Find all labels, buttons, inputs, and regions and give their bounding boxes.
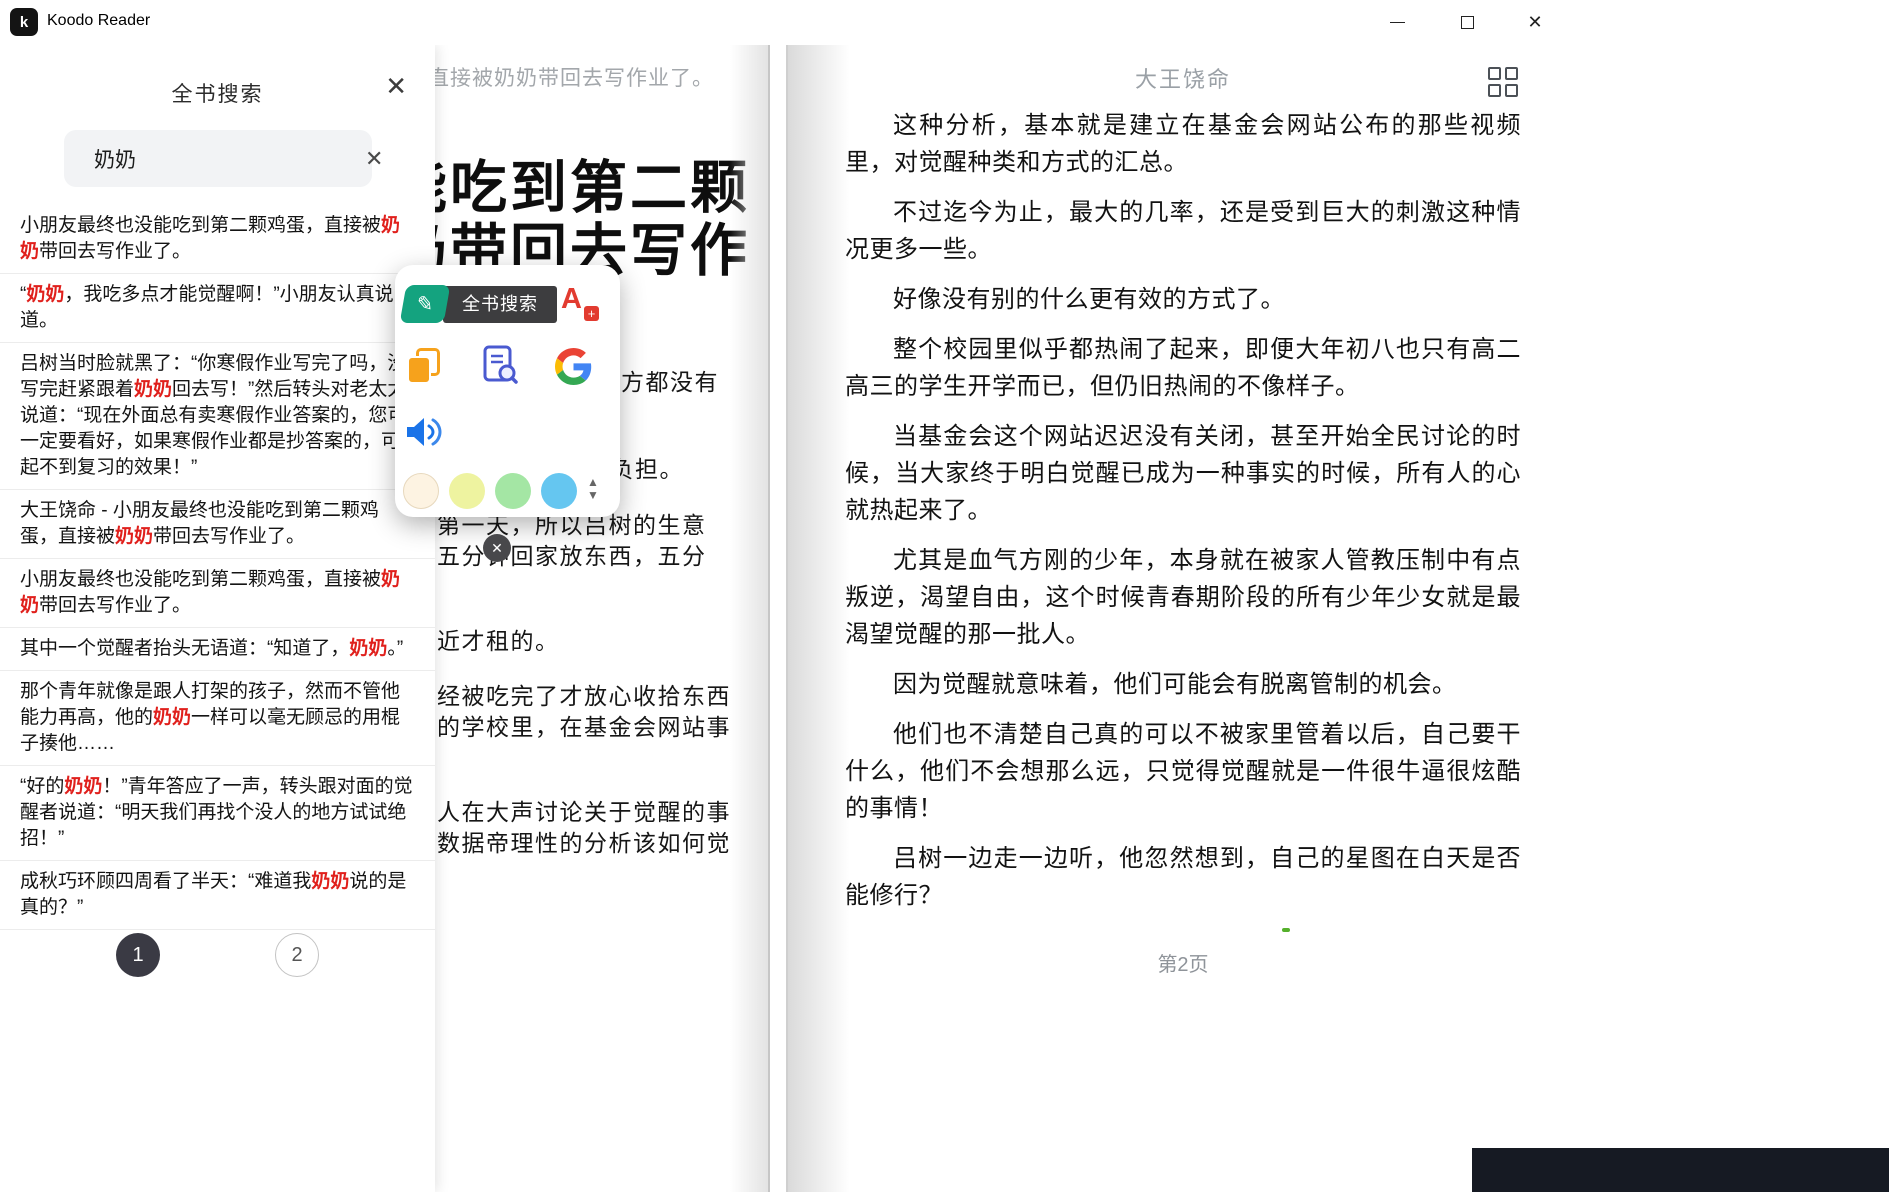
highlight-color-blue[interactable] (541, 473, 577, 509)
book-right-page: 大王饶命 这种分析，基本就是建立在基金会网站公布的那些视频里，对觉醒种类和方式的… (845, 45, 1521, 1192)
search-match-highlight: 奶奶 (64, 776, 102, 797)
pagination-page-2[interactable]: 2 (275, 933, 319, 977)
highlight-color-yellow[interactable] (449, 473, 485, 509)
book-text-fragment: 的学校里，在基金会网站事 (437, 708, 731, 742)
koodo-reader-window: k Koodo Reader ✕ 直接被奶奶带回去写作业了。 能吃到第二颗 奶带… (0, 0, 1889, 1192)
minimize-button[interactable] (1369, 0, 1425, 45)
pagination-page-1[interactable]: 1 (116, 933, 160, 977)
book-text-fragment: 五分钟回家放东西，五分 (437, 537, 707, 571)
popup-close-button[interactable]: ✕ (483, 534, 511, 562)
search-result-item[interactable]: 小朋友最终也没能吃到第二颗鸡蛋，直接被奶奶带回去写作业了。 (0, 205, 435, 274)
more-colors-stepper[interactable]: ▲ ▼ (587, 476, 599, 502)
book-paragraph: 因为觉醒就意味着，他们可能会有脱离管制的机会。 (845, 666, 1521, 703)
titlebar: k Koodo Reader ✕ (0, 0, 1889, 45)
selection-popup-menu: ✎ 全书搜索 A + (395, 265, 620, 517)
left-page-chapter-header: 直接被奶奶带回去写作业了。 (428, 62, 714, 92)
maximize-button[interactable] (1439, 0, 1495, 45)
close-icon: ✕ (1527, 12, 1542, 33)
right-page-book-title: 大王饶命 (845, 62, 1521, 94)
translate-icon[interactable]: A + (561, 283, 599, 323)
book-paragraph: 好像没有别的什么更有效的方式了。 (845, 281, 1521, 318)
bottom-right-dark-panel (1472, 1148, 1889, 1192)
search-result-item[interactable]: 小朋友最终也没能吃到第二颗鸡蛋，直接被奶奶带回去写作业了。 (0, 559, 435, 628)
search-match-highlight: 奶奶 (134, 379, 172, 400)
book-search-panel: 全书搜索 ✕ ✕ 小朋友最终也没能吃到第二颗鸡蛋，直接被奶奶带回去写作业了。“奶… (0, 45, 435, 1192)
highlight-pen-icon[interactable]: ✎ (400, 285, 451, 323)
book-text-fragment: 数据帝理性的分析该如何觉 (437, 824, 731, 858)
book-paragraph: 当基金会这个网站迟迟没有关闭，甚至开始全民讨论的时候，当大家终于明白觉醒已成为一… (845, 418, 1521, 529)
search-result-item[interactable]: 成秋巧环顾四周看了半天：“难道我奶奶说的是真的？” (0, 861, 435, 930)
main-area: 直接被奶奶带回去写作业了。 能吃到第二颗 奶带回去写作 方都没有负担。第一天，所… (0, 45, 1889, 1192)
google-search-icon[interactable] (555, 348, 592, 390)
book-text-fragment: 经被吃完了才放心收拾东西 (437, 677, 731, 711)
book-text-fragment: 近才租的。 (437, 622, 560, 656)
search-match-highlight: 奶奶 (26, 284, 64, 305)
maximize-icon (1461, 16, 1474, 29)
highlight-color-green[interactable] (495, 473, 531, 509)
book-paragraph: 不过迄今为止，最大的几率，还是受到巨大的刺激这种情况更多一些。 (845, 194, 1521, 268)
app-logo-icon: k (10, 8, 38, 36)
page-edge-line (768, 45, 770, 1192)
book-spine-shadow-left (730, 45, 768, 1192)
clear-search-icon[interactable]: ✕ (365, 148, 383, 170)
book-paragraph: 他们也不清楚自己真的可以不被家里管着以后，自己要干什么，他们不会想那么远，只觉得… (845, 716, 1521, 827)
dictionary-lookup-icon[interactable] (481, 345, 519, 390)
search-panel-title: 全书搜索 (0, 78, 435, 108)
highlight-color-row: ▲ ▼ (395, 473, 620, 509)
copy-icon[interactable] (407, 348, 443, 386)
page-number: 第2页 (845, 948, 1521, 977)
close-window-button[interactable]: ✕ (1507, 0, 1563, 45)
search-input-box[interactable]: ✕ (64, 130, 372, 187)
search-result-item[interactable]: “好的奶奶！”青年答应了一声，转头跟对面的觉醒者说道：“明天我们再找个没人的地方… (0, 766, 435, 861)
search-match-highlight: 奶奶 (115, 526, 153, 547)
search-results-list: 小朋友最终也没能吃到第二颗鸡蛋，直接被奶奶带回去写作业了。“奶奶，我吃多点才能觉… (0, 205, 435, 933)
arrow-down-icon: ▼ (587, 489, 599, 502)
search-result-item[interactable]: 其中一个觉醒者抬头无语道：“知道了，奶奶。” (0, 628, 435, 671)
search-result-item[interactable]: 大王饶命 - 小朋友最终也没能吃到第二颗鸡蛋，直接被奶奶带回去写作业了。 (0, 490, 435, 559)
search-match-highlight: 奶奶 (349, 638, 387, 659)
highlight-color-cream[interactable] (403, 473, 439, 509)
translate-plus-icon: + (584, 306, 599, 321)
app-title: Koodo Reader (47, 12, 150, 30)
right-page-text: 这种分析，基本就是建立在基金会网站公布的那些视频里，对觉醒种类和方式的汇总。不过… (845, 107, 1521, 927)
minimize-icon (1390, 22, 1405, 23)
book-text-fragment: 人在大声讨论关于觉醒的事 (437, 793, 731, 827)
popup-search-book-button[interactable]: 全书搜索 (443, 286, 557, 323)
popup-close-icon: ✕ (491, 540, 503, 557)
search-result-item[interactable]: 那个青年就像是跟人打架的孩子，然而不管他能力再高，他的奶奶一样可以毫无顾忌的用棍… (0, 671, 435, 766)
search-match-highlight: 奶奶 (153, 707, 191, 728)
book-paragraph: 尤其是血气方刚的少年，本身就在被家人管教压制中有点叛逆，渴望自由，这个时候青春期… (845, 542, 1521, 653)
book-paragraph: 整个校园里似乎都热闹了起来，即便大年初八也只有高二高三的学生开学而已，但仍旧热闹… (845, 331, 1521, 405)
text-to-speech-icon[interactable] (405, 415, 443, 454)
book-paragraph: 吕树一边走一边听，他忽然想到，自己的星图在白天是否能修行？ (845, 840, 1521, 914)
search-panel-close-icon[interactable]: ✕ (385, 73, 407, 99)
book-spine-shadow-right (788, 45, 850, 1192)
search-input[interactable] (94, 147, 365, 171)
cursor-artifact-dot (1282, 928, 1290, 932)
layout-grid-icon[interactable] (1488, 67, 1520, 99)
search-match-highlight: 奶奶 (311, 871, 349, 892)
search-results-pagination: 1 2 (0, 933, 435, 979)
book-paragraph: 这种分析，基本就是建立在基金会网站公布的那些视频里，对觉醒种类和方式的汇总。 (845, 107, 1521, 181)
search-result-item[interactable]: “奶奶，我吃多点才能觉醒啊！”小朋友认真说道。 (0, 274, 435, 343)
search-result-item[interactable]: 吕树当时脸就黑了：“你寒假作业写完了吗，没写完赶紧跟着奶奶回去写！”然后转头对老… (0, 343, 435, 490)
